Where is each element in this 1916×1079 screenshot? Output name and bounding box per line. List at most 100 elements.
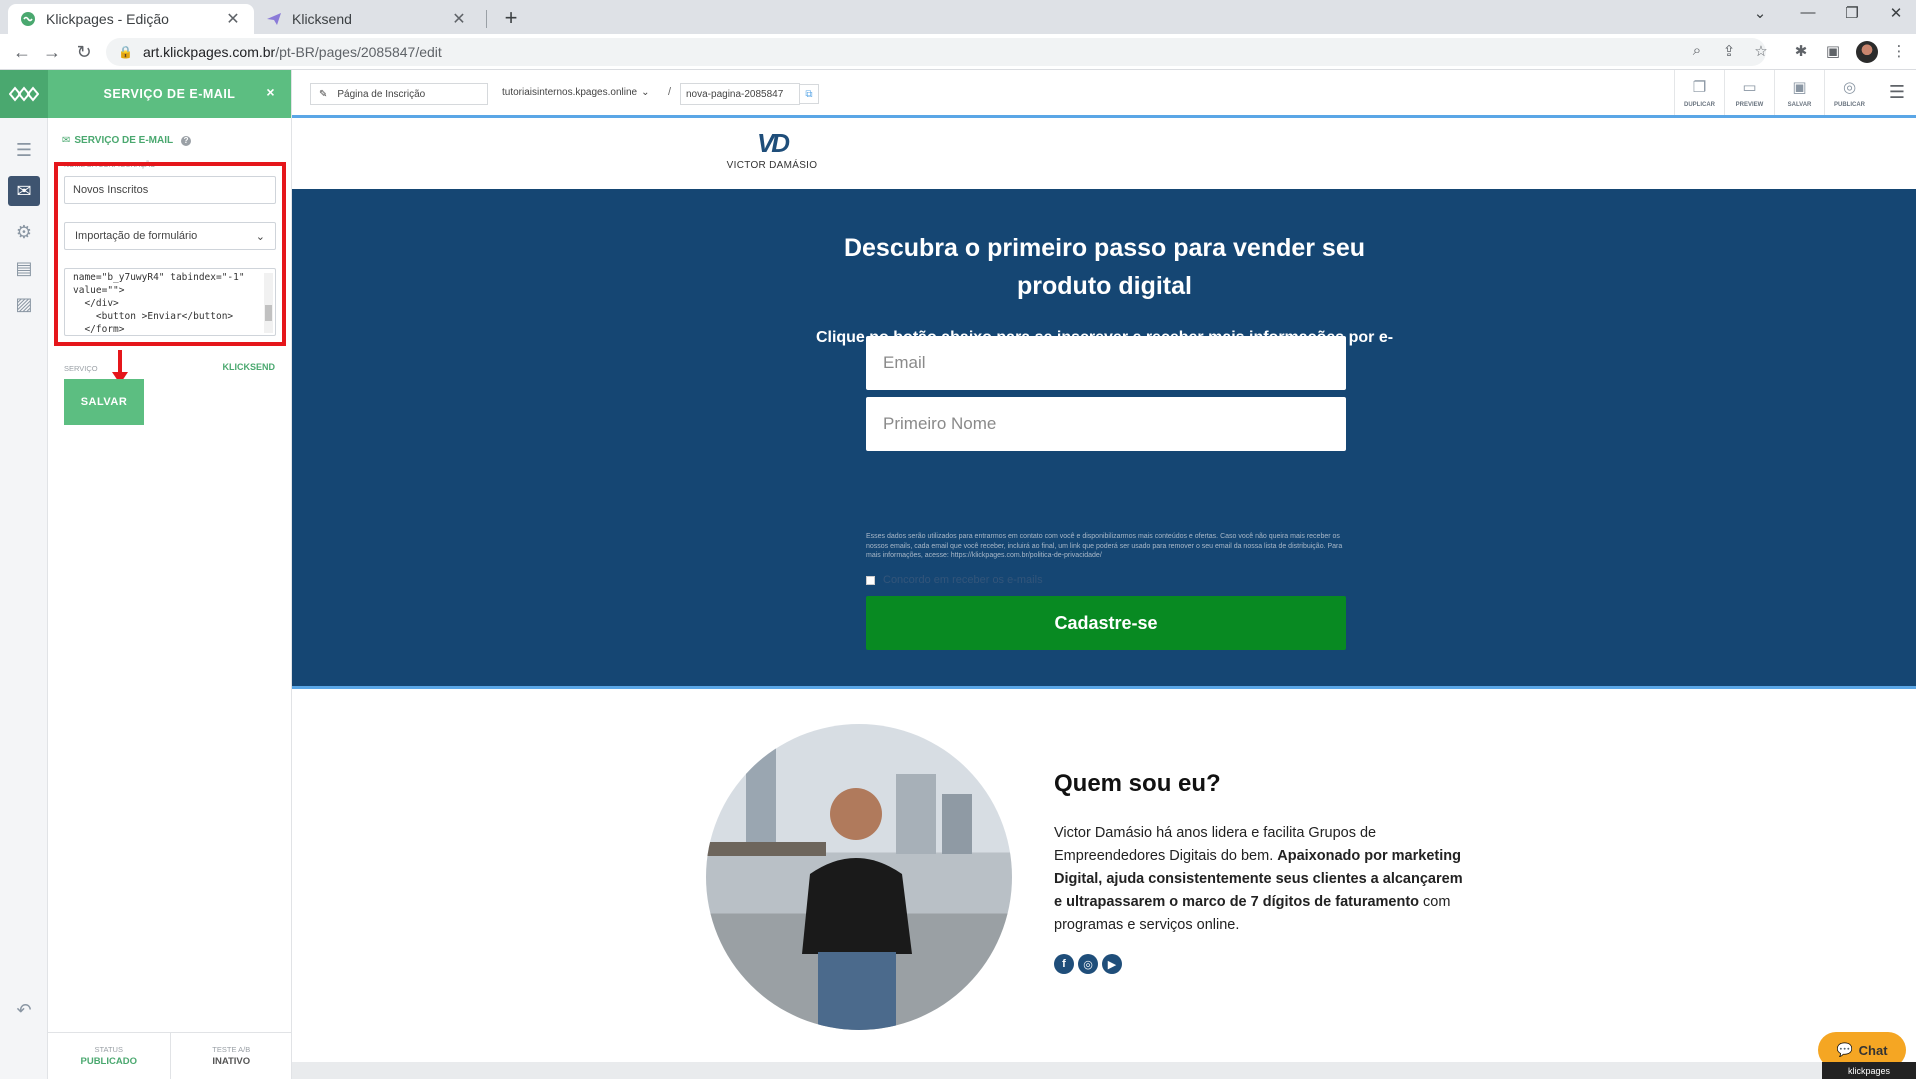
logo-name: VICTOR DAMÁSIO: [726, 160, 818, 171]
about-bio: Victor Damásio há anos lidera e facilita…: [1054, 822, 1474, 937]
tab-search-icon[interactable]: ⌄: [1740, 4, 1780, 22]
editor-top-bar: ✎ Página de Inscrição tutoriaisinternos.…: [292, 70, 1916, 118]
instagram-icon[interactable]: ◎: [1078, 954, 1098, 974]
extensions-icon[interactable]: ✱: [1790, 42, 1812, 62]
about-section[interactable]: Quem sou eu? Victor Damásio há anos lide…: [292, 692, 1916, 1062]
side-panel-icon[interactable]: ▣: [1822, 42, 1844, 62]
status-publish[interactable]: STATUS PUBLICADO: [48, 1033, 170, 1079]
duplicate-icon: ❐: [1692, 78, 1707, 96]
preview-monitor-icon: ▭: [1742, 78, 1757, 96]
new-tab-icon[interactable]: +: [498, 5, 524, 31]
highlight-annotation-box: [54, 162, 286, 346]
privacy-disclaimer: Esses dados serão utilizados para entrar…: [866, 533, 1343, 559]
consent-label: Concordo em receber os e-mails: [883, 574, 1043, 586]
klickpages-favicon-icon: [20, 11, 36, 27]
share-icon[interactable]: ⇪: [1718, 42, 1740, 62]
save-page-label: SALVAR: [1787, 101, 1812, 108]
browser-toolbar: ← → ↻ 🔒 art.klickpages.com.br /pt-BR/pag…: [0, 34, 1916, 70]
preview-button[interactable]: ▭ PREVIEW: [1724, 70, 1774, 115]
publish-globe-icon: ◎: [1842, 78, 1857, 96]
email-service-panel: SERVIÇO DE E-MAIL × ✉ SERVIÇO DE E-MAIL …: [48, 70, 292, 1079]
social-links: f ◎ ▶: [1054, 954, 1122, 974]
back-icon[interactable]: ←: [10, 40, 34, 64]
klickpages-logo-icon[interactable]: [0, 70, 48, 118]
path-separator: /: [668, 86, 672, 98]
duplicate-label: DUPLICAR: [1684, 101, 1715, 108]
next-section-strip: [292, 1062, 1916, 1079]
bookmark-star-icon[interactable]: ☆: [1750, 42, 1772, 62]
browser-tab-klickpages[interactable]: Klickpages - Edição ✕: [8, 4, 254, 34]
logo-mark: VD: [756, 128, 790, 158]
about-title: Quem sou eu?: [1054, 770, 1221, 797]
made-with-badge[interactable]: klickpages: [1822, 1062, 1916, 1079]
slug-value: nova-pagina-2085847: [686, 88, 784, 100]
tab-title: Klicksend: [292, 11, 352, 27]
ab-test-value: INATIVO: [212, 1056, 251, 1067]
tab-separator: [486, 10, 487, 28]
reload-icon[interactable]: ↻: [72, 40, 96, 64]
help-icon[interactable]: ?: [181, 135, 192, 146]
address-bar[interactable]: 🔒 art.klickpages.com.br /pt-BR/pages/208…: [106, 38, 1766, 66]
forward-icon[interactable]: →: [40, 40, 64, 64]
consent-checkbox[interactable]: [866, 575, 875, 585]
image-gallery-icon[interactable]: ▨: [12, 292, 36, 316]
settings-gear-icon[interactable]: ⚙: [12, 220, 36, 244]
lock-icon: 🔒: [118, 45, 133, 59]
browser-tab-klicksend[interactable]: Klicksend ✕: [254, 4, 480, 34]
duplicate-button[interactable]: ❐ DUPLICAR: [1674, 70, 1724, 115]
envelope-icon: ✉: [62, 135, 71, 146]
browser-menu-icon[interactable]: ⋮: [1888, 42, 1910, 62]
undo-icon[interactable]: ↶: [12, 998, 36, 1022]
slug-input[interactable]: nova-pagina-2085847 ⧉: [680, 83, 819, 105]
page-header-section[interactable]: VD VICTOR DAMÁSIO: [292, 118, 1916, 189]
zoom-icon[interactable]: ⌕: [1686, 42, 1708, 62]
tab-title: Klickpages - Edição: [46, 11, 169, 27]
minimize-icon[interactable]: —: [1788, 4, 1828, 21]
profile-avatar[interactable]: [1856, 41, 1878, 63]
status-bar: STATUS PUBLICADO TESTE A/B INATIVO: [48, 1032, 292, 1079]
page-name-input[interactable]: ✎ Página de Inscrição: [310, 83, 488, 105]
email-field[interactable]: Email: [866, 336, 1346, 390]
first-name-field[interactable]: Primeiro Nome: [866, 397, 1346, 451]
close-tab-icon[interactable]: ✕: [450, 9, 468, 29]
brand-logo: VD VICTOR DAMÁSIO: [712, 128, 832, 171]
publish-button[interactable]: ◎ PUBLICAR: [1824, 70, 1874, 115]
service-value: KLICKSEND: [222, 362, 275, 372]
url-path: /pt-BR/pages/2085847/edit: [275, 44, 442, 60]
youtube-icon[interactable]: ▶: [1102, 954, 1122, 974]
section-title: ✉ SERVIÇO DE E-MAIL ?: [62, 135, 192, 146]
preview-label: PREVIEW: [1735, 101, 1764, 108]
email-service-icon[interactable]: ✉: [8, 176, 40, 206]
chat-bubble-icon: 💬: [1836, 1042, 1853, 1057]
close-window-icon[interactable]: ✕: [1876, 4, 1916, 22]
klicksend-favicon-icon: [266, 11, 282, 27]
hero-title: Descubra o primeiro passo para vender se…: [843, 234, 1366, 300]
page-list-icon[interactable]: ▤: [12, 256, 36, 280]
editor-menu-icon[interactable]: ☰: [1886, 82, 1908, 103]
close-panel-icon[interactable]: ×: [266, 84, 275, 100]
page-name-value: Página de Inscrição: [337, 88, 426, 100]
browser-tab-strip: Klickpages - Edição ✕ Klicksend ✕ + ⌄ — …: [0, 0, 1916, 34]
section-title-text: SERVIÇO DE E-MAIL: [74, 135, 174, 146]
layers-icon[interactable]: ☰: [12, 138, 36, 162]
panel-title: SERVIÇO DE E-MAIL: [103, 87, 236, 101]
save-config-button[interactable]: SALVAR: [64, 379, 144, 425]
facebook-icon[interactable]: f: [1054, 954, 1074, 974]
domain-select[interactable]: tutoriaisinternos.kpages.online ⌄: [502, 87, 649, 98]
chevron-down-icon: ⌄: [641, 87, 650, 98]
hero-signup-section[interactable]: Descubra o primeiro passo para vender se…: [292, 189, 1916, 689]
app-icon-rail: ☰ ✉ ⚙ ▤ ▨ ↶: [0, 70, 48, 1079]
consent-checkbox-row[interactable]: Concordo em receber os e-mails: [866, 574, 1043, 586]
panel-header: SERVIÇO DE E-MAIL ×: [48, 70, 291, 118]
close-tab-icon[interactable]: ✕: [224, 9, 242, 29]
save-page-button[interactable]: ▣ SALVAR: [1774, 70, 1824, 115]
signup-button[interactable]: Cadastre-se: [866, 596, 1346, 650]
chat-label: Chat: [1858, 1042, 1888, 1058]
pencil-icon: ✎: [319, 88, 328, 100]
save-disk-icon: ▣: [1792, 78, 1807, 96]
url-host: art.klickpages.com.br: [142, 44, 276, 60]
status-ab-test[interactable]: TESTE A/B INATIVO: [169, 1033, 293, 1079]
service-label: SERVIÇO: [64, 364, 98, 373]
restore-icon[interactable]: ❐: [1832, 4, 1872, 22]
copy-link-icon[interactable]: ⧉: [799, 84, 819, 104]
